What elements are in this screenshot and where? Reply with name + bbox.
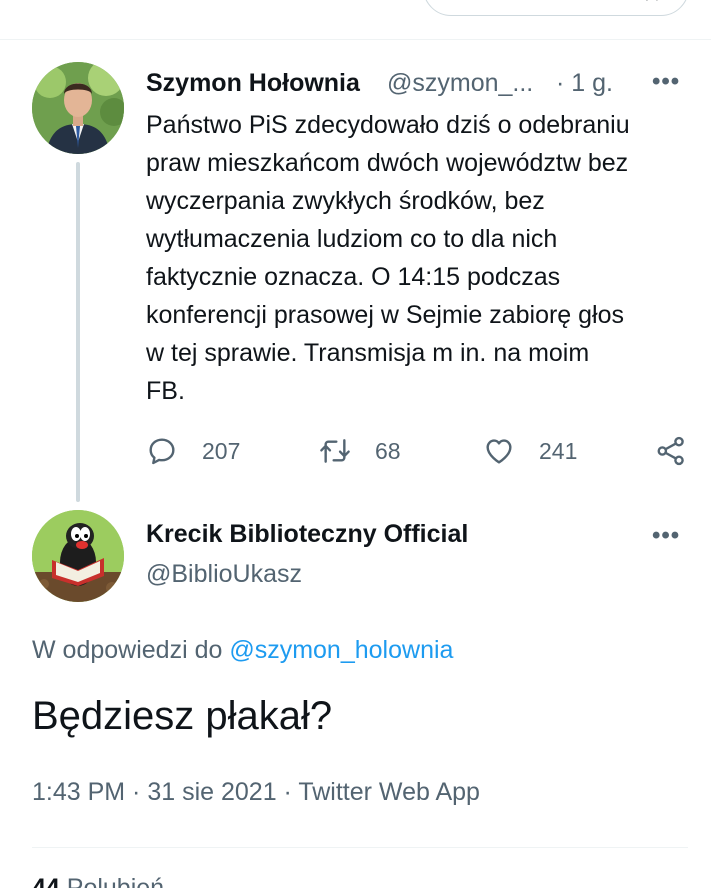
tweet-text: Państwo PiS zdecydowało dziś o odebraniu… bbox=[146, 106, 691, 410]
reply-meta[interactable]: 1:43 PM · 31 sie 2021 · Twitter Web App bbox=[32, 778, 480, 807]
mole-avatar-icon bbox=[32, 510, 124, 602]
tweet-time[interactable]: · 1 g. bbox=[556, 69, 613, 98]
retweet-icon bbox=[320, 439, 350, 463]
share-icon bbox=[657, 436, 684, 466]
more-options-icon[interactable]: ••• bbox=[652, 68, 680, 96]
author-name[interactable]: Szymon Hołownia bbox=[146, 69, 360, 98]
like-count: 241 bbox=[539, 437, 578, 464]
author-avatar[interactable] bbox=[32, 62, 124, 154]
retweet-button[interactable]: 68 bbox=[319, 431, 401, 471]
tweet-line: FB. bbox=[146, 377, 185, 405]
likes-count: 44 bbox=[32, 874, 60, 888]
like-button[interactable]: 241 bbox=[483, 431, 577, 471]
heart-icon bbox=[486, 439, 512, 464]
tweet-line: w tej sprawie. Transmisja m in. na moim bbox=[146, 339, 590, 367]
tweet-line: wytłumaczenia ludziom co to dla nich bbox=[146, 225, 558, 253]
reply-more-options-icon[interactable]: ••• bbox=[652, 522, 680, 550]
reply-author-name[interactable]: Krecik Biblioteczny Official bbox=[146, 520, 468, 549]
tweet-line: konferencji prasowej w Sejmie zabiorę gł… bbox=[146, 301, 625, 329]
tweet-line: Państwo PiS zdecydowało dziś o odebraniu bbox=[146, 111, 630, 139]
bottom-divider bbox=[32, 847, 688, 848]
replying-to-handle-link[interactable]: @szymon_holownia bbox=[229, 636, 453, 664]
reply-author-handle[interactable]: @BiblioUkasz bbox=[146, 560, 302, 589]
thread-line bbox=[76, 162, 80, 502]
reply-icon bbox=[149, 438, 175, 465]
arrows-icon: ↑↓ bbox=[642, 0, 662, 6]
reply-button[interactable]: 207 bbox=[146, 431, 240, 471]
stats-row[interactable]: 44 Polubień bbox=[32, 874, 164, 888]
replying-to-prefix: W odpowiedzi do bbox=[32, 636, 230, 664]
avatar-photo-icon bbox=[32, 62, 124, 154]
replying-to: W odpowiedzi do @szymon_holownia bbox=[32, 636, 453, 665]
reply-count: 207 bbox=[202, 437, 241, 464]
share-button[interactable] bbox=[655, 431, 687, 471]
tweet-line: faktycznie oznacza. O 14:15 podczas bbox=[146, 263, 561, 291]
top-divider bbox=[0, 39, 711, 40]
tweet-line: praw mieszkańcom dwóch województw bez bbox=[146, 149, 629, 177]
tweet-line: wyczerpania zwykłych środków, bez bbox=[146, 187, 545, 215]
author-handle[interactable]: @szymon_... bbox=[387, 69, 533, 98]
retweet-count: 68 bbox=[375, 437, 401, 464]
top-pill-button[interactable]: ↑↓ bbox=[423, 0, 689, 16]
reply-text: Będziesz płakał? bbox=[32, 694, 333, 738]
likes-label: Polubień bbox=[66, 874, 165, 888]
reply-author-avatar[interactable] bbox=[32, 510, 124, 602]
